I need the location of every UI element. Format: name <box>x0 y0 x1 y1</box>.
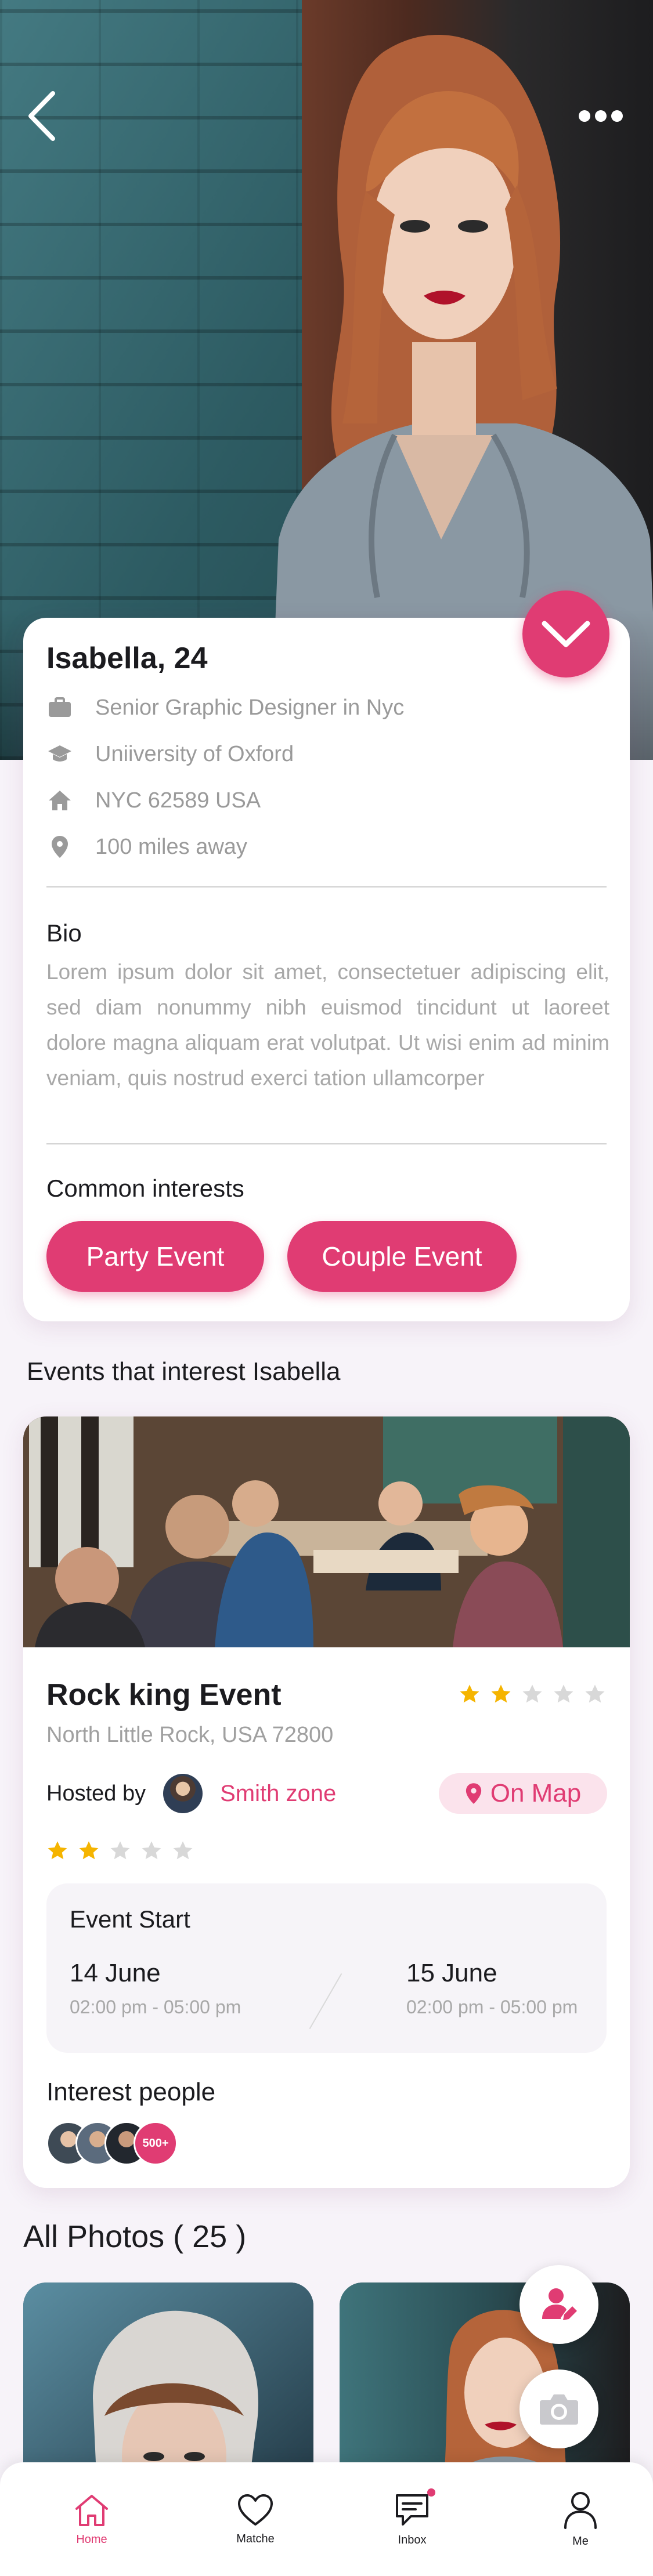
star-icon <box>173 1841 193 1860</box>
tab-matches[interactable]: Matche <box>215 2462 296 2576</box>
more-dots-icon <box>579 110 590 122</box>
distance-text: 100 miles away <box>95 834 247 859</box>
all-photos-heading: All Photos ( 25 ) <box>23 2219 247 2254</box>
more-dot <box>611 110 623 122</box>
briefcase-icon <box>46 694 73 721</box>
education-text: Uniiversity of Oxford <box>95 741 294 766</box>
star-icon <box>142 1841 161 1860</box>
chat-icon-wrap <box>394 2488 435 2528</box>
chat-icon <box>396 2494 428 2526</box>
tab-label: Matche <box>236 2532 275 2545</box>
tab-me[interactable]: Me <box>540 2462 621 2576</box>
back-button[interactable] <box>21 87 62 145</box>
info-row-education: Uniiversity of Oxford <box>46 737 294 771</box>
tab-inbox[interactable]: Inbox <box>371 2462 453 2576</box>
date-separator <box>309 1973 342 2030</box>
event-card[interactable]: Rock king Event North Little Rock, USA 7… <box>23 1416 630 2188</box>
camera-button[interactable] <box>519 2370 598 2448</box>
event-start-box: Event Start 14 June 02:00 pm - 05:00 pm … <box>46 1883 607 2053</box>
tab-label: Me <box>572 2534 589 2548</box>
home-icon <box>46 787 73 814</box>
bio-title: Bio <box>46 919 82 947</box>
info-row-address: NYC 62589 USA <box>46 783 261 818</box>
info-row-distance: 100 miles away <box>46 829 247 864</box>
info-row-job: Senior Graphic Designer in Nyc <box>46 690 404 725</box>
camera-icon <box>540 2394 578 2425</box>
end-time: 02:00 pm - 05:00 pm <box>406 1997 578 2017</box>
star-icon <box>491 1684 511 1703</box>
edit-user-icon <box>542 2288 577 2320</box>
more-dot <box>595 110 607 122</box>
profile-info-card: Isabella, 24 Senior Graphic Designer in … <box>23 618 630 1321</box>
collapse-profile-button[interactable] <box>522 590 609 677</box>
divider <box>46 1143 607 1144</box>
star-icon <box>48 1841 67 1860</box>
hosted-by-label: Hosted by <box>46 1781 146 1806</box>
start-time: 02:00 pm - 05:00 pm <box>70 1997 241 2017</box>
tab-home[interactable]: Home <box>51 2462 132 2576</box>
user-icon <box>564 2491 597 2529</box>
events-section-heading: Events that interest Isabella <box>27 1357 341 1386</box>
host-rating-stars <box>46 1840 194 1862</box>
bottom-tab-bar: Home Matche Inbox Me <box>0 2462 653 2576</box>
star-icon <box>460 1684 479 1703</box>
chevron-left-icon <box>28 91 55 141</box>
common-interests-title: Common interests <box>46 1175 244 1202</box>
star-icon <box>110 1841 130 1860</box>
address-text: NYC 62589 USA <box>95 788 261 813</box>
start-date: 14 June <box>70 1959 161 1987</box>
star-icon <box>554 1684 573 1703</box>
bio-text: Lorem ipsum dolor sit amet, consectetuer… <box>46 960 609 1090</box>
tab-label: Inbox <box>398 2533 427 2546</box>
event-rating-stars <box>459 1683 606 1705</box>
event-address: North Little Rock, USA 72800 <box>46 1723 334 1747</box>
tab-label: Home <box>76 2532 107 2546</box>
host-avatar[interactable] <box>163 1774 203 1813</box>
star-icon <box>585 1684 605 1703</box>
event-photo <box>23 1416 630 1647</box>
location-pin-icon <box>46 834 73 860</box>
home-icon <box>75 2494 108 2526</box>
event-start-label: Event Start <box>70 1905 190 1933</box>
interest-chip-couple-event[interactable]: Couple Event <box>287 1221 517 1292</box>
edit-profile-button[interactable] <box>519 2265 598 2344</box>
divider <box>46 886 607 887</box>
interest-chip-party-event[interactable]: Party Event <box>46 1221 264 1292</box>
event-title: Rock king Event <box>46 1678 282 1712</box>
profile-name: Isabella, 24 <box>46 642 208 675</box>
star-icon <box>79 1841 99 1860</box>
heart-icon <box>238 2494 273 2526</box>
end-date: 15 June <box>406 1959 497 1987</box>
interest-people-title: Interest people <box>46 2078 216 2106</box>
on-map-button[interactable]: On Map <box>439 1773 607 1814</box>
hosted-by-row: Hosted by Smith zone <box>46 1773 336 1814</box>
star-icon <box>522 1684 542 1703</box>
interest-people-avatars[interactable]: 500+ <box>46 2121 192 2165</box>
chevron-down-icon <box>542 621 590 647</box>
unread-badge <box>427 2488 435 2497</box>
graduation-cap-icon <box>46 741 73 767</box>
on-map-label: On Map <box>490 1779 582 1807</box>
interest-count-badge: 500+ <box>134 2121 178 2165</box>
event-photo-image <box>23 1416 630 1647</box>
map-pin-icon <box>466 1783 481 1804</box>
host-name-link[interactable]: Smith zone <box>220 1781 336 1807</box>
job-text: Senior Graphic Designer in Nyc <box>95 695 405 720</box>
more-options-button[interactable] <box>569 99 633 133</box>
